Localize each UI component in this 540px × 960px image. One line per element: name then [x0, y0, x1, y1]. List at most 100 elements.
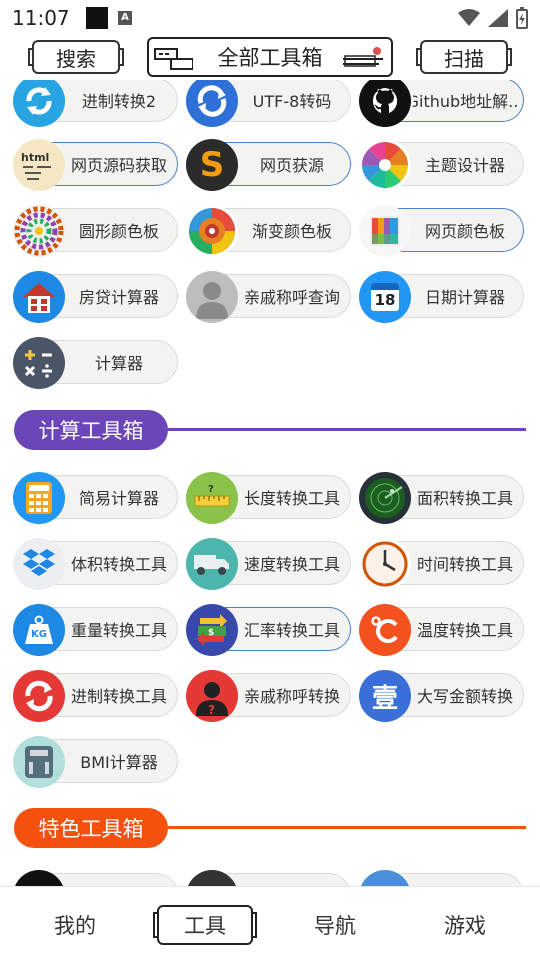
tool-label: 面积转换工具	[416, 489, 513, 508]
tool-label: 时间转换工具	[416, 555, 513, 574]
tool-item[interactable]: $ 汇率转换工具	[186, 604, 351, 656]
github-icon	[359, 80, 411, 127]
calculator-ops-icon	[13, 337, 65, 389]
tool-icon	[13, 870, 65, 886]
tool-label: 网页源码获取	[70, 156, 167, 175]
notification-a-icon: A	[118, 11, 132, 25]
question-person-icon: ?	[186, 670, 238, 722]
bottom-nav: 我的 工具 导航 游戏	[0, 886, 540, 960]
tool-item[interactable]: Github地址解...	[359, 80, 524, 127]
calculator-icon	[13, 472, 65, 524]
tool-item[interactable]: 渐变颜色板	[186, 205, 351, 257]
color-circle-icon	[13, 205, 65, 257]
tool-label: 亲戚称呼转换	[243, 687, 340, 706]
tool-item[interactable]: S 网页获源	[186, 139, 351, 191]
wifi-icon	[458, 9, 480, 26]
tool-icon	[186, 870, 238, 886]
radar-icon	[359, 472, 411, 524]
html-icon: html	[13, 139, 65, 191]
section-title: 计算工具箱	[14, 410, 168, 450]
nav-tools[interactable]: 工具	[153, 905, 257, 945]
convert-icon	[13, 670, 65, 722]
tool-item[interactable]: ? 长度转换工具	[186, 472, 351, 524]
notification-square-icon	[86, 7, 108, 29]
tool-item[interactable]	[359, 870, 524, 886]
tool-item[interactable]: 简易计算器	[13, 472, 178, 524]
scan-button[interactable]: 扫描	[416, 40, 512, 74]
weight-icon: KG	[13, 604, 65, 656]
tool-label: 进制转换工具	[70, 687, 167, 706]
tool-label: 计算器	[94, 354, 143, 373]
tool-label: 渐变颜色板	[251, 222, 332, 241]
tool-label: UTF-8转码	[252, 92, 332, 111]
tool-item[interactable]: 房贷计算器	[13, 271, 178, 323]
status-time: 11:07	[12, 6, 70, 30]
tool-item[interactable]: 圆形颜色板	[13, 205, 178, 257]
scale-icon	[13, 736, 65, 788]
tool-item[interactable]: 18 日期计算器	[359, 271, 524, 323]
nav-mine[interactable]: 我的	[25, 905, 125, 945]
s-logo-icon: S	[186, 139, 238, 191]
tool-item[interactable]: 面积转换工具	[359, 472, 524, 524]
section-feature-header: 特色工具箱	[14, 808, 526, 848]
tool-label: 圆形颜色板	[78, 222, 159, 241]
color-wheel-icon	[359, 139, 411, 191]
clock-icon	[359, 538, 411, 590]
status-bar: 11:07 A	[0, 0, 540, 36]
tool-item[interactable]: ? 亲戚称呼转换	[186, 670, 351, 722]
signal-icon	[488, 9, 508, 27]
dropbox-icon	[13, 538, 65, 590]
search-button[interactable]: 搜索	[28, 40, 124, 74]
yi-icon: 壹	[359, 670, 411, 722]
tool-item[interactable]: html 网页源码获取	[13, 139, 178, 191]
tool-label: 房贷计算器	[78, 288, 159, 307]
tool-item[interactable]: 时间转换工具	[359, 538, 524, 590]
tool-item[interactable]: BMI计算器	[13, 736, 178, 788]
tool-label: 简易计算器	[78, 489, 159, 508]
calendar-icon: 18	[359, 271, 411, 323]
tool-item[interactable]: 壹 大写金额转换	[359, 670, 524, 722]
tool-item[interactable]: UTF-8转码	[186, 80, 351, 127]
tool-label: 重量转换工具	[70, 621, 167, 640]
weight-unit: KG	[31, 629, 47, 640]
tool-label: 主题设计器	[424, 156, 505, 175]
tool-item[interactable]: 主题设计器	[359, 139, 524, 191]
tool-item[interactable]	[13, 870, 178, 886]
tool-icon	[359, 870, 411, 886]
person-icon	[186, 271, 238, 323]
top-header: 搜索 全部工具箱 扫描	[0, 36, 540, 80]
tool-list: 进制转换2 UTF-8转码 Github地址解... html 网页源码获取 S…	[0, 80, 540, 886]
section-divider	[164, 428, 526, 431]
tool-item[interactable]: 网页颜色板	[359, 205, 524, 257]
house-icon	[13, 271, 65, 323]
tool-item[interactable]: 速度转换工具	[186, 538, 351, 590]
tool-item[interactable]: 体积转换工具	[13, 538, 178, 590]
calendar-date: 18	[374, 291, 396, 309]
tool-item[interactable]: KG 重量转换工具	[13, 604, 178, 656]
tool-label: 速度转换工具	[243, 555, 340, 574]
tool-label: 网页颜色板	[424, 222, 505, 241]
nav-games[interactable]: 游戏	[415, 905, 515, 945]
tool-label: Github地址解...	[413, 92, 517, 111]
tool-item[interactable]: 进制转换2	[13, 80, 178, 127]
tool-item[interactable]: 亲戚称呼查询	[186, 271, 351, 323]
tool-item[interactable]: 温度转换工具	[359, 604, 524, 656]
tool-item[interactable]	[186, 870, 351, 886]
svg-text:?: ?	[208, 484, 214, 495]
nav-navigation[interactable]: 导航	[285, 905, 385, 945]
tool-label: BMI计算器	[80, 753, 158, 772]
title-decoration-right-icon	[343, 47, 383, 67]
tool-item[interactable]: 计算器	[13, 337, 178, 389]
tool-item[interactable]: 进制转换工具	[13, 670, 178, 722]
svg-text:html: html	[21, 151, 49, 164]
refresh-icon	[13, 80, 65, 127]
title-decoration-left-icon	[154, 48, 193, 70]
exchange-icon: $	[186, 604, 238, 656]
section-divider	[164, 826, 526, 829]
tool-label: 日期计算器	[424, 288, 505, 307]
tool-label: 亲戚称呼查询	[243, 288, 340, 307]
truck-icon	[186, 538, 238, 590]
tool-label: 长度转换工具	[243, 489, 340, 508]
tool-label: 体积转换工具	[70, 555, 167, 574]
gradient-wheel-icon	[186, 205, 238, 257]
